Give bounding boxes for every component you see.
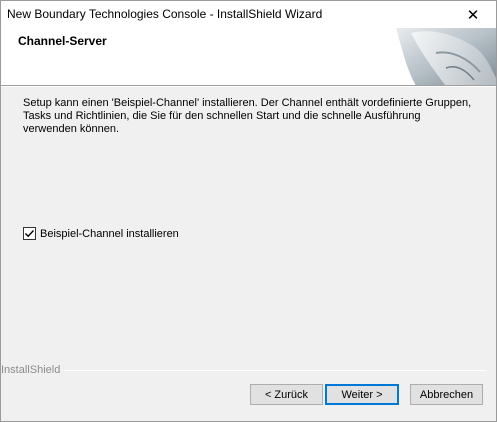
title-bar: New Boundary Technologies Console - Inst… (1, 1, 496, 28)
sample-channel-checkbox[interactable] (23, 227, 36, 240)
wizard-header: Channel-Server (1, 28, 496, 86)
next-button[interactable]: Weiter > (325, 384, 399, 405)
close-button[interactable]: ✕ (450, 1, 496, 28)
checkmark-icon (25, 230, 35, 238)
brand-divider: InstallShield (1, 364, 496, 376)
installer-window: New Boundary Technologies Console - Inst… (0, 0, 497, 422)
description-text: Setup kann einen 'Beispiel-Channel' inst… (23, 97, 472, 135)
header-banner-image (376, 28, 496, 85)
divider-line (63, 370, 486, 371)
page-title: Channel-Server (18, 34, 107, 48)
cancel-button[interactable]: Abbrechen (410, 384, 483, 405)
window-title: New Boundary Technologies Console - Inst… (7, 7, 323, 21)
sample-channel-label[interactable]: Beispiel-Channel installieren (40, 228, 179, 240)
header-separator (1, 86, 496, 87)
installshield-brand: InstallShield (1, 364, 65, 376)
back-button[interactable]: < Zurück (250, 384, 323, 405)
sample-channel-option[interactable]: Beispiel-Channel installieren (23, 227, 179, 240)
